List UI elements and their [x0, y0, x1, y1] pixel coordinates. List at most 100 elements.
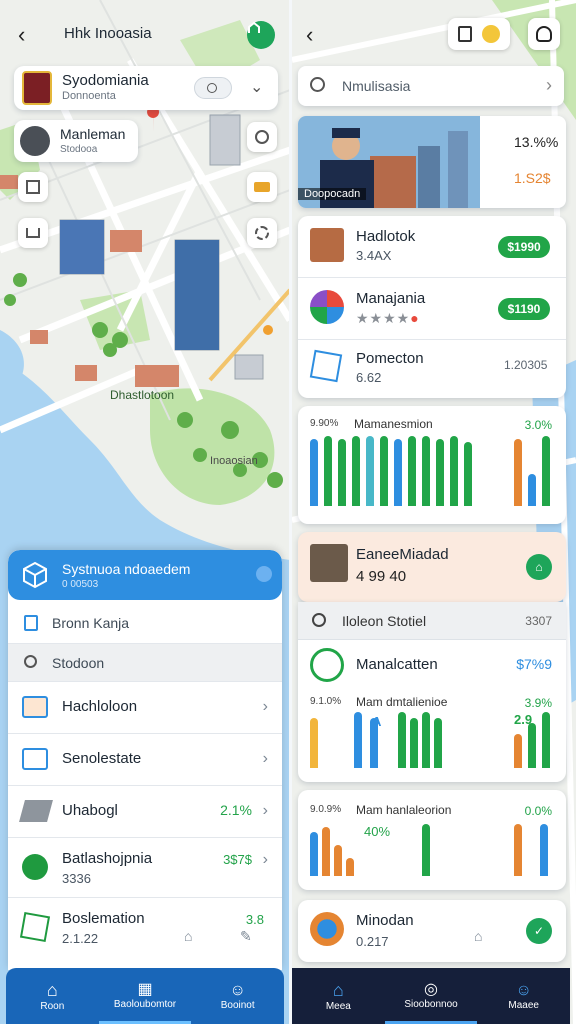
- search-value: 3307: [525, 614, 552, 628]
- profile-card[interactable]: Syodomiania Donnoenta ⌄: [14, 66, 278, 110]
- pin-icon[interactable]: [256, 566, 272, 582]
- chart-bar: [354, 712, 362, 768]
- bell-icon[interactable]: ⌂: [184, 928, 192, 944]
- price-badge[interactable]: $1190: [498, 298, 550, 320]
- list-item-value: 2.1%: [220, 802, 252, 818]
- home-icon: ⌂: [332, 980, 344, 1000]
- cube-outline-icon: [19, 911, 51, 943]
- sheet-header[interactable]: Systnuoa ndoaedem 0 00503: [8, 550, 282, 600]
- bell-icon[interactable]: ⌂: [474, 928, 482, 944]
- basket-button[interactable]: [247, 172, 277, 202]
- basket-icon: [254, 182, 270, 192]
- item-value: $7%9: [516, 656, 552, 672]
- bottom-nav-right[interactable]: ⌂ Meea ◎ Sioobonnoo ☺ Maaee: [292, 968, 570, 1024]
- feature-card[interactable]: EaneeMiadad 4 99 40 ⌂: [298, 532, 566, 602]
- chart-card-2[interactable]: Iloleon Stotiel 3307 Manalcatten $7%9 9.…: [298, 602, 566, 782]
- list-item[interactable]: Hachloloon ›: [8, 682, 282, 734]
- feature-action-button[interactable]: ⌂: [526, 554, 552, 580]
- chart-bar: [394, 439, 402, 506]
- chevron-down-icon[interactable]: ⌄: [250, 77, 263, 97]
- chart-title: Mam dmtalienioe: [356, 695, 448, 709]
- list-item-sub: 3.4AX: [356, 248, 392, 263]
- list-item[interactable]: Batlashojpnia 3336 3$7$ ›: [8, 838, 282, 898]
- search-row[interactable]: Iloleon Stotiel 3307: [298, 602, 566, 640]
- nav-tab-home[interactable]: ⌂ Roon: [6, 968, 99, 1024]
- list-item[interactable]: Uhabogl 2.1% ›: [8, 786, 282, 838]
- search-bar[interactable]: Nmulisasia ›: [298, 66, 564, 106]
- nav-tab-explore[interactable]: ◎ Sioobonnoo: [384, 968, 478, 1024]
- chart-bar: [422, 712, 430, 768]
- nav-tab-profile[interactable]: ☺ Booinot: [191, 968, 284, 1024]
- list-item-label: Senolestate: [62, 750, 142, 767]
- item-action-button[interactable]: ✓: [526, 918, 552, 944]
- badge-icon: [310, 912, 344, 946]
- chart-card-1[interactable]: 9.90% Mamanesmion 3.0%: [298, 406, 566, 524]
- sheet-sub: 0 00503: [62, 579, 99, 590]
- list-item[interactable]: Hadlotok 3.4AX $1990: [298, 216, 566, 278]
- item-title: Minodan: [356, 912, 414, 929]
- bottom-item-card[interactable]: Minodan 0.217 ⌂ ✓: [298, 900, 566, 962]
- hero-card[interactable]: Doopocadn 13.%% 1.S2$: [298, 116, 566, 208]
- price-badge[interactable]: $1990: [498, 236, 550, 258]
- toggle[interactable]: [194, 77, 232, 99]
- profile-sub: Donnoenta: [62, 90, 116, 102]
- nav-tab-home[interactable]: ⌂ Meea: [292, 968, 385, 1024]
- share-icon: ⌂: [535, 560, 543, 574]
- left-map-pane[interactable]: ‹ Hhk Inooasia Syodomiania Donnoenta ⌄ M…: [0, 0, 290, 1024]
- hero-caption: Doopocadn: [298, 188, 367, 200]
- list-item-label: Boslemation: [62, 910, 145, 927]
- user-icon: [536, 26, 552, 42]
- notes-icon[interactable]: [458, 26, 472, 42]
- hero-stat-2: 1.S2$: [514, 170, 551, 186]
- chart-bar: [528, 474, 536, 506]
- avatar: [20, 126, 50, 156]
- bottom-nav-left[interactable]: ⌂ Roon ▦ Baoloubomtor ☺ Booinot: [6, 968, 284, 1024]
- document-icon: [24, 615, 38, 631]
- chart-title: Mamanesmion: [354, 417, 433, 431]
- back-icon[interactable]: ‹: [306, 22, 313, 48]
- layers-button[interactable]: [18, 172, 48, 202]
- chart-bar: [366, 436, 374, 506]
- crest-icon: [22, 71, 52, 105]
- profile-name: Syodomiania: [62, 72, 149, 89]
- route-button[interactable]: [18, 218, 48, 248]
- chart-left-label: 9.90%: [310, 418, 339, 429]
- list-item[interactable]: Pomecton 6.62 1.20305: [298, 340, 566, 398]
- emoji-icon[interactable]: [482, 25, 500, 43]
- chart-card-3[interactable]: 9.0.9% Mam hanlaleorion 40% 0.0%: [298, 790, 566, 890]
- layers-icon: [26, 180, 40, 194]
- profile-button[interactable]: [528, 18, 560, 50]
- member-card[interactable]: Manleman Stodooa: [14, 120, 138, 162]
- chart-bar: [370, 718, 378, 768]
- filter-icon: [255, 226, 269, 240]
- bottom-sheet[interactable]: Systnuoa ndoaedem 0 00503 Bronn Kanja St…: [8, 550, 282, 970]
- nav-tab-buildings[interactable]: ▦ Baoloubomtor: [98, 968, 192, 1024]
- image-icon: [22, 696, 48, 718]
- list-item[interactable]: Senolestate ›: [8, 734, 282, 786]
- back-icon[interactable]: ‹: [18, 22, 25, 48]
- list-item-title: Hadlotok: [356, 228, 416, 245]
- check-icon: ✓: [533, 924, 545, 938]
- search-icon: [310, 77, 325, 92]
- chart-bar: [310, 718, 318, 768]
- places-list-card[interactable]: Hadlotok 3.4AX $1990 Manajania ★★★★● $11…: [298, 216, 566, 398]
- user-icon: ☺: [515, 981, 532, 999]
- share-button[interactable]: [247, 21, 275, 49]
- filter-button[interactable]: [247, 218, 277, 248]
- locate-icon: [255, 130, 269, 144]
- locate-button[interactable]: [247, 122, 277, 152]
- pen-icon[interactable]: ✎: [240, 928, 252, 945]
- search-row[interactable]: Stodoon: [8, 644, 282, 682]
- member-name: Manleman: [60, 126, 126, 142]
- list-item-sub: 2.1.22: [62, 931, 99, 946]
- leaf-icon: [310, 648, 344, 682]
- list-item[interactable]: Boslemation 2.1.22 3.8 ⌂ ✎: [8, 898, 282, 958]
- list-item[interactable]: Manajania ★★★★● $1190: [298, 278, 566, 340]
- top-actions[interactable]: [448, 18, 510, 50]
- chart-bar: [434, 718, 442, 768]
- chart-bar: [528, 723, 536, 768]
- map-label-place: Inoaosian: [210, 455, 258, 467]
- nav-tab-profile[interactable]: ☺ Maaee: [477, 968, 570, 1024]
- search-input[interactable]: Nmulisasia: [342, 78, 410, 94]
- row-input[interactable]: Bronn Kanja: [8, 602, 282, 644]
